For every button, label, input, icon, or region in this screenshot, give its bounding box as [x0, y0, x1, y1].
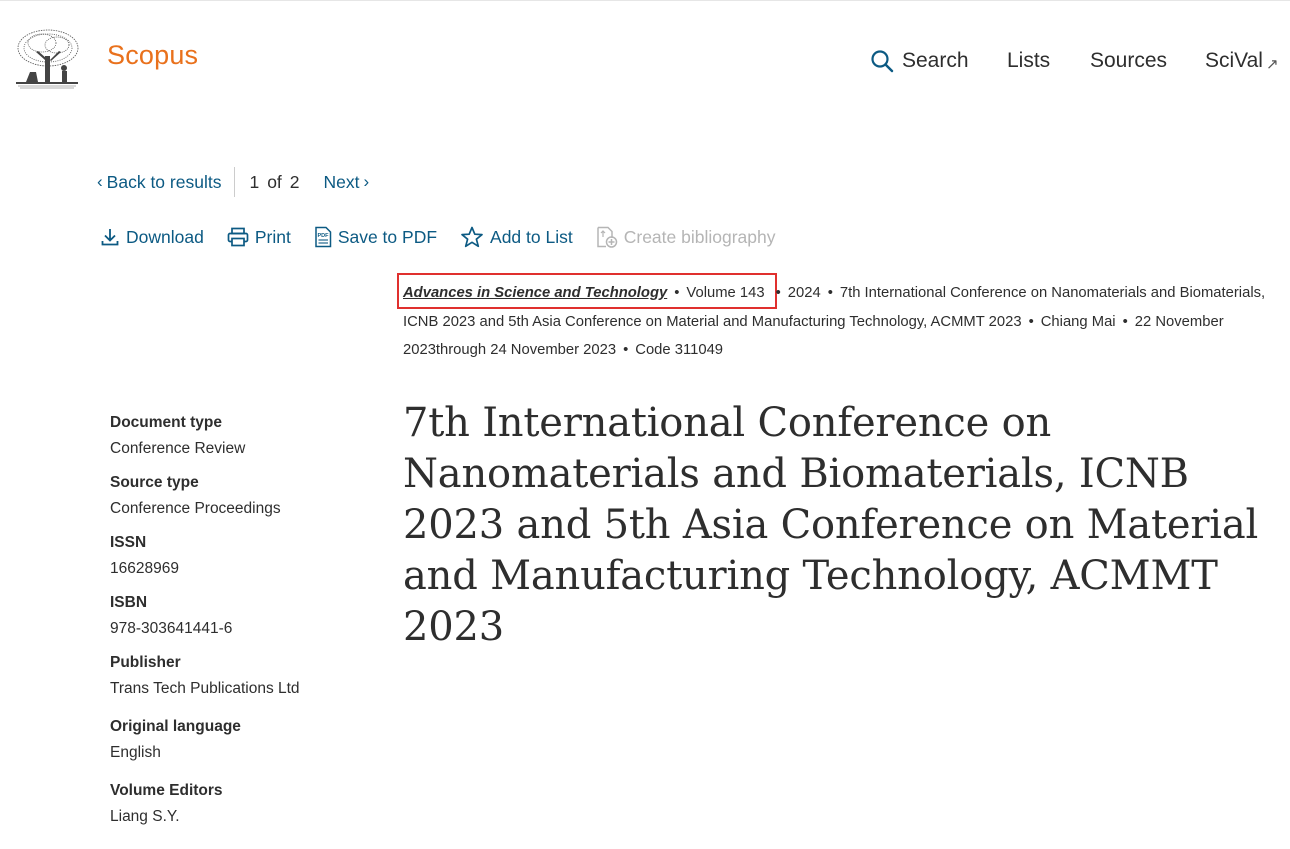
source-type-label: Source type [110, 474, 199, 491]
journal-name-link[interactable]: Advances in Science and Technology [403, 285, 667, 301]
original-language-value: English [110, 744, 161, 761]
document-type-value: Conference Review [110, 440, 246, 457]
back-to-results-label: Back to results [106, 171, 222, 192]
nav-lists[interactable]: Lists [1007, 44, 1050, 78]
issn-value: 16628969 [110, 560, 179, 577]
total-results-number: 2 [289, 171, 300, 192]
save-to-pdf-button[interactable]: PDF Save to PDF [314, 226, 437, 248]
external-link-icon: ↗ [1265, 56, 1279, 73]
chevron-left-icon: ‹ [97, 172, 103, 191]
publisher-value: Trans Tech Publications Ltd [110, 680, 300, 697]
separator-dot: • [674, 285, 680, 301]
volume-editors-field: Volume Editors Liang S.Y. [110, 778, 370, 830]
document-actions-toolbar: Download Print PDF Save to PDF Add to Li… [100, 223, 799, 251]
conference-code-text: Code 311049 [635, 342, 724, 358]
separator-dot: • [1028, 313, 1034, 330]
issn-field: ISSN 16628969 [110, 530, 370, 582]
print-icon [227, 227, 249, 247]
nav-sources[interactable]: Sources [1090, 44, 1167, 78]
add-to-list-button[interactable]: Add to List [460, 226, 573, 248]
star-icon [461, 226, 483, 248]
download-button[interactable]: Download [100, 227, 204, 248]
result-pager: ‹ Back to results 1 of 2 Next › [93, 167, 373, 197]
elsevier-logo[interactable] [12, 28, 82, 90]
print-label: Print [254, 226, 291, 247]
next-label: Next [323, 171, 360, 192]
result-counter: 1 of 2 [249, 172, 299, 193]
nav-scival[interactable]: SciVal ↗ [1205, 44, 1279, 78]
print-button[interactable]: Print [227, 227, 291, 248]
create-bibliography-button[interactable]: Create bibliography [596, 226, 776, 248]
year-text: 2024 [787, 285, 821, 301]
elsevier-tree-logo-icon [16, 29, 79, 89]
separator-dot: • [623, 342, 629, 358]
isbn-value: 978-303641441-6 [110, 620, 233, 637]
nav-search-label: Search [902, 49, 969, 72]
top-border [0, 0, 1290, 2]
pdf-icon: PDF [315, 226, 332, 248]
separator-dot: • [775, 285, 781, 301]
search-icon [870, 49, 894, 73]
bibliography-icon [596, 226, 617, 248]
save-to-pdf-label: Save to PDF [337, 226, 438, 247]
volume-editors-label: Volume Editors [110, 782, 223, 799]
volume-editors-value: Liang S.Y. [110, 808, 180, 825]
issn-label: ISSN [110, 534, 147, 551]
scopus-brand[interactable]: Scopus [107, 40, 198, 71]
nav-search[interactable]: Search [870, 44, 969, 78]
svg-text:PDF: PDF [317, 233, 329, 239]
document-metadata-sidebar: Document type Conference Review Source t… [110, 410, 370, 838]
next-result-link[interactable]: Next › [324, 172, 374, 193]
original-language-label: Original language [110, 718, 241, 735]
document-type-label: Document type [110, 414, 222, 431]
add-to-list-label: Add to List [490, 226, 573, 247]
of-label: of [267, 171, 282, 192]
original-language-field: Original language English [110, 714, 370, 766]
nav-sources-label: Sources [1090, 49, 1168, 72]
separator-dot: • [1122, 313, 1128, 330]
create-bibliography-label: Create bibliography [623, 226, 776, 247]
source-citation-line: Advances in Science and Technology • Volum… [403, 279, 1283, 365]
isbn-field: ISBN 978-303641441-6 [110, 590, 370, 642]
download-label: Download [126, 226, 204, 247]
volume-text: Volume 143 [686, 285, 765, 301]
nav-lists-label: Lists [1007, 49, 1051, 72]
nav-scival-label: SciVal [1205, 49, 1263, 72]
separator-dot: • [827, 285, 833, 301]
chevron-right-icon: › [363, 172, 370, 191]
source-type-field: Source type Conference Proceedings [110, 470, 370, 522]
publisher-field: Publisher Trans Tech Publications Ltd [110, 650, 370, 702]
isbn-label: ISBN [110, 594, 148, 611]
document-type-field: Document type Conference Review [110, 410, 370, 462]
location-text: Chiang Mai [1040, 313, 1116, 330]
source-type-value: Conference Proceedings [110, 500, 281, 517]
back-to-results-link[interactable]: ‹ Back to results [93, 167, 236, 197]
document-title: 7th International Conference on Nanomate… [403, 400, 1259, 650]
publisher-label: Publisher [110, 654, 181, 671]
current-result-number: 1 [249, 171, 260, 192]
download-icon [101, 229, 119, 246]
